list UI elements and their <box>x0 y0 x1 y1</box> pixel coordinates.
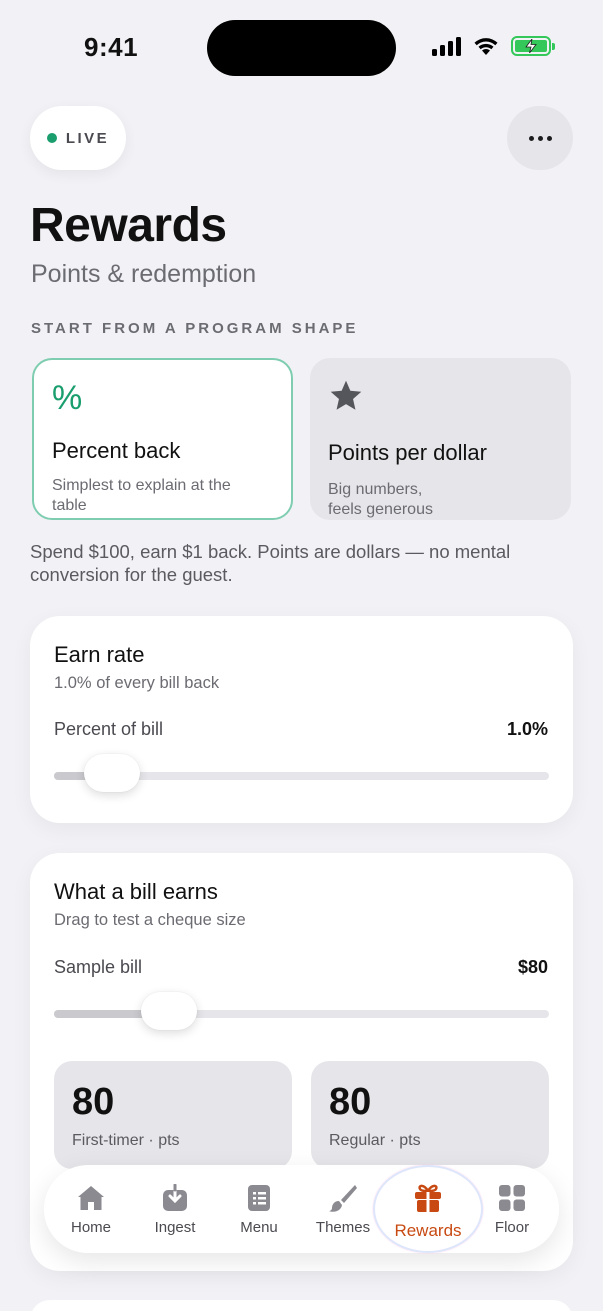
ingest-icon <box>163 1184 187 1211</box>
live-label: LIVE <box>65 129 110 147</box>
home-icon <box>78 1186 104 1210</box>
percent-of-bill-value: 1.0% <box>506 719 548 739</box>
sample-bill-slider[interactable] <box>54 992 549 1030</box>
more-options-button[interactable] <box>507 106 573 170</box>
sample-bill-value: $80 <box>517 957 548 977</box>
tab-label: Floor <box>494 1219 530 1236</box>
tab-home[interactable]: Home <box>50 1165 132 1253</box>
slider-thumb[interactable] <box>140 992 197 1030</box>
wifi-icon <box>474 38 498 55</box>
menu-icon <box>248 1185 270 1211</box>
percent-of-bill-label: Percent of bill <box>54 719 164 739</box>
first-timer-points: 80 First-timer · pts <box>54 1061 292 1169</box>
sample-bill-label: Sample bill <box>54 957 143 977</box>
page-title: Rewards <box>30 199 227 252</box>
more-dots-icon <box>528 135 534 141</box>
bill-earns-title: What a bill earns <box>54 879 218 904</box>
dynamic-island <box>207 20 396 76</box>
tab-ingest[interactable]: Ingest <box>134 1165 216 1253</box>
gift-icon <box>415 1184 441 1212</box>
tab-bar: Home Ingest Menu Themes Rewards Floor <box>44 1165 559 1253</box>
slider-thumb[interactable] <box>83 754 140 792</box>
stat-label: Regular · pts <box>329 1132 421 1149</box>
program-explanation: Spend $100, earn $1 back. Points are dol… <box>30 541 511 585</box>
earn-rate-card: Earn rate 1.0% of every bill back Percen… <box>30 616 573 823</box>
earn-rate-title: Earn rate <box>54 642 145 667</box>
tab-themes[interactable]: Themes <box>302 1165 384 1253</box>
section-label: START FROM A PROGRAM SHAPE <box>31 320 359 337</box>
program-option-desc: Simplest to explain at the table <box>52 477 231 514</box>
program-option-percent-back[interactable]: % Percent back Simplest to explain at th… <box>32 358 293 520</box>
next-card-peek <box>30 1300 573 1311</box>
live-dot-icon <box>46 133 57 143</box>
earn-rate-slider[interactable] <box>54 754 549 792</box>
percent-icon: % <box>52 378 83 417</box>
earn-rate-subtitle: 1.0% of every bill back <box>54 674 220 692</box>
regular-points: 80 Regular · pts <box>311 1061 549 1169</box>
battery-charging-icon <box>511 36 555 56</box>
grid-icon <box>499 1185 525 1211</box>
tab-label: Menu <box>240 1219 278 1236</box>
brush-icon <box>329 1185 357 1212</box>
tab-label: Home <box>70 1219 111 1236</box>
tab-floor[interactable]: Floor <box>472 1165 552 1253</box>
stat-value: 80 <box>329 1081 372 1123</box>
program-option-points-per-dollar[interactable]: Points per dollar Big numbers, feels gen… <box>310 358 571 520</box>
stat-label: First-timer · pts <box>72 1132 180 1149</box>
tab-label: Rewards <box>394 1221 462 1240</box>
bill-earns-subtitle: Drag to test a cheque size <box>54 911 246 929</box>
status-icons <box>432 36 555 56</box>
cellular-signal-icon <box>432 36 461 56</box>
tab-menu[interactable]: Menu <box>218 1165 300 1253</box>
live-status-pill[interactable]: LIVE <box>30 106 126 170</box>
tab-label: Ingest <box>154 1219 196 1236</box>
status-time: 9:41 <box>84 32 139 62</box>
program-option-desc: Big numbers, feels generous <box>328 481 433 518</box>
tab-label: Themes <box>315 1219 371 1236</box>
program-option-title: Percent back <box>52 438 181 463</box>
star-icon <box>330 380 362 410</box>
stat-value: 80 <box>72 1081 115 1123</box>
tab-rewards[interactable]: Rewards <box>386 1165 470 1253</box>
page-subtitle: Points & redemption <box>31 260 257 288</box>
status-bar: 9:41 <box>0 0 603 100</box>
program-option-title: Points per dollar <box>328 440 487 465</box>
